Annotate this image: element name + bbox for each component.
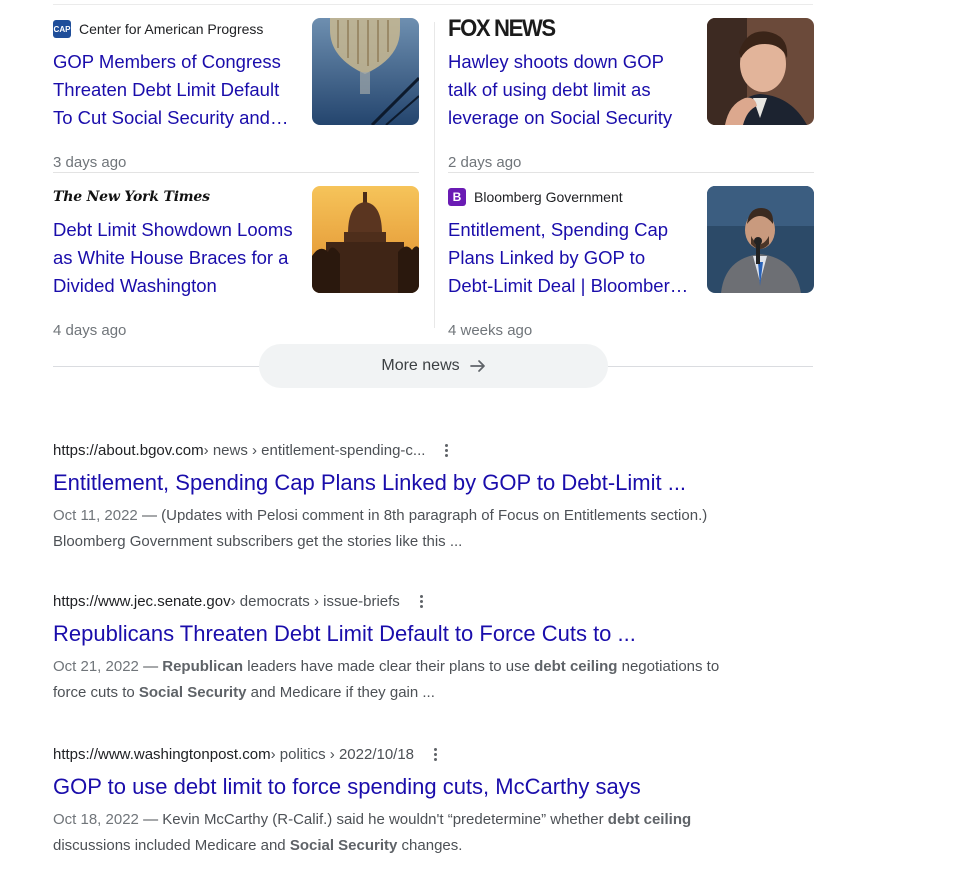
arrow-right-icon — [469, 360, 485, 372]
top-divider — [53, 4, 813, 5]
more-options-icon[interactable] — [434, 747, 438, 761]
snippet-highlight: debt ceiling — [534, 658, 618, 675]
result-url[interactable]: https://www.washingtonpost.com › politic… — [53, 743, 813, 765]
result-url[interactable]: https://about.bgov.com › news › entitlem… — [53, 439, 813, 461]
search-result: https://www.jec.senate.gov › democrats ›… — [53, 590, 813, 706]
snippet-text: leaders have made clear their plans to u… — [243, 658, 535, 675]
search-result: https://www.washingtonpost.com › politic… — [53, 743, 813, 859]
result-date: Oct 11, 2022 — [53, 507, 138, 524]
result-snippet: Oct 18, 2022 — Kevin McCarthy (R-Calif.)… — [53, 811, 692, 854]
more-options-icon[interactable] — [445, 443, 449, 457]
snippet-highlight: debt ceiling — [607, 811, 692, 828]
snippet-highlight: Social Security — [138, 684, 247, 701]
result-date: Oct 18, 2022 — [53, 811, 139, 828]
snippet-text: changes. — [397, 837, 463, 854]
more-options-icon[interactable] — [419, 594, 423, 608]
snippet-text: discussions included Medicare and — [53, 837, 290, 854]
josh-hawley-portrait-image — [707, 18, 814, 125]
cap-favicon-icon: CAP — [53, 20, 71, 38]
news-card[interactable]: FOX NEWS Hawley shoots down GOP talk of … — [448, 15, 814, 180]
bloomberg-favicon-icon: B — [448, 188, 466, 206]
news-divider — [448, 172, 814, 173]
snippet-text: and Medicare if they gain ... — [246, 684, 435, 701]
news-age: 2 days ago — [448, 154, 522, 171]
news-divider — [53, 172, 419, 173]
result-url-breadcrumb: › democrats › issue-briefs — [230, 592, 400, 610]
result-title-link[interactable]: Republicans Threaten Debt Limit Default … — [53, 620, 813, 648]
news-title[interactable]: Debt Limit Showdown Looms as White House… — [53, 216, 298, 300]
news-source: FOX NEWS — [448, 15, 564, 42]
news-card[interactable]: B Bloomberg Government Entitlement, Spen… — [448, 186, 814, 348]
more-news-button[interactable]: More news — [259, 344, 608, 388]
result-title-link[interactable]: Entitlement, Spending Cap Plans Linked b… — [53, 469, 813, 497]
news-age: 4 days ago — [53, 322, 127, 339]
news-column-divider — [434, 22, 435, 328]
capitol-sunset-image — [312, 186, 419, 293]
news-source-name: Bloomberg Government — [474, 189, 623, 205]
snippet-highlight: Republican — [162, 658, 244, 675]
news-thumbnail[interactable] — [312, 18, 419, 125]
search-result: https://about.bgov.com › news › entitlem… — [53, 439, 813, 555]
result-date: Oct 21, 2022 — [53, 658, 139, 675]
capitol-dome-reflection-image — [312, 18, 419, 125]
more-news-row: More news — [53, 344, 813, 388]
news-title[interactable]: GOP Members of Congress Threaten Debt Li… — [53, 48, 298, 132]
speaker-at-microphone-image — [707, 186, 814, 293]
result-snippet: Oct 11, 2022 — (Updates with Pelosi comm… — [53, 507, 708, 550]
nyt-logo: The New York Times — [53, 189, 210, 205]
news-age: 4 weeks ago — [448, 322, 533, 339]
result-url[interactable]: https://www.jec.senate.gov › democrats ›… — [53, 590, 813, 612]
snippet-text: Kevin McCarthy (R-Calif.) said he wouldn… — [162, 811, 608, 828]
news-card[interactable]: CAP Center for American Progress GOP Mem… — [53, 18, 419, 180]
result-url-domain: https://www.jec.senate.gov — [53, 592, 231, 610]
news-thumbnail[interactable] — [707, 18, 814, 125]
result-url-domain: https://about.bgov.com — [53, 441, 204, 459]
news-source: The New York Times — [53, 186, 210, 208]
result-url-breadcrumb: › politics › 2022/10/18 — [270, 745, 415, 763]
result-url-breadcrumb: › news › entitlement-spending-c... — [203, 441, 426, 459]
fox-news-logo: FOX NEWS — [448, 15, 556, 42]
result-url-domain: https://www.washingtonpost.com — [53, 745, 271, 763]
news-source: B Bloomberg Government — [448, 186, 623, 208]
snippet-highlight: Social Security — [289, 837, 398, 854]
news-thumbnail[interactable] — [312, 186, 419, 293]
news-age: 3 days ago — [53, 154, 127, 171]
news-title[interactable]: Hawley shoots down GOP talk of using deb… — [448, 48, 693, 132]
result-snippet: Oct 21, 2022 — Republican leaders have m… — [53, 658, 720, 701]
news-source: CAP Center for American Progress — [53, 18, 263, 40]
more-news-label: More news — [381, 357, 460, 374]
news-title[interactable]: Entitlement, Spending Cap Plans Linked b… — [448, 216, 693, 300]
news-thumbnail[interactable] — [707, 186, 814, 293]
snippet-text: (Updates with Pelosi comment in 8th para… — [53, 507, 708, 550]
news-source-name: Center for American Progress — [79, 21, 264, 37]
result-title-link[interactable]: GOP to use debt limit to force spending … — [53, 773, 813, 801]
news-card[interactable]: The New York Times Debt Limit Showdown L… — [53, 186, 419, 348]
